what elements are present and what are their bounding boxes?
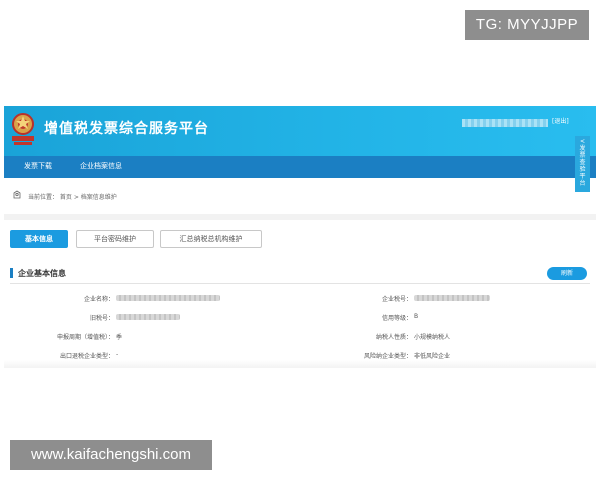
site-title: 增值税发票综合服务平台 bbox=[44, 121, 209, 137]
header-banner: 增值税发票综合服务平台 [退出] bbox=[4, 106, 596, 156]
section-accent-bar bbox=[10, 268, 13, 278]
field-label-declare-cycle: 申报周期（增值税）： bbox=[56, 334, 114, 341]
side-tab-label: < 发票查验平台 bbox=[579, 138, 586, 187]
tab-summary-tax-org[interactable]: 汇总纳税总机构维护 bbox=[160, 230, 262, 248]
field-label-taxpayer-nature: 纳税人性质： bbox=[375, 334, 412, 341]
watermark-top: TG: MYYJJPP bbox=[465, 10, 589, 40]
field-label-credit-level: 信用等级： bbox=[381, 315, 412, 322]
redacted-old-tax-id bbox=[116, 314, 180, 320]
location-icon bbox=[13, 190, 21, 199]
bottom-fade bbox=[4, 360, 596, 368]
field-value-credit-level: B bbox=[414, 313, 419, 320]
field-label-company-name: 企业名称： bbox=[83, 296, 114, 303]
section-divider bbox=[4, 214, 596, 220]
section-underline bbox=[10, 283, 590, 284]
main-nav: 发票下载 企业档案信息 bbox=[4, 156, 596, 178]
side-tab-invoice-check[interactable]: < 发票查验平台 bbox=[575, 136, 590, 192]
logout-link[interactable]: [退出] bbox=[552, 116, 569, 125]
field-value-declare-cycle: 季 bbox=[116, 334, 123, 341]
section-title: 企业基本信息 bbox=[18, 269, 66, 278]
user-info-redacted bbox=[462, 119, 548, 127]
refresh-button[interactable]: 刷新 bbox=[547, 267, 587, 280]
breadcrumb-text: 当前位置： 首页 > 档案信息维护 bbox=[28, 194, 117, 201]
nav-item-invoice-download[interactable]: 发票下载 bbox=[24, 161, 52, 171]
watermark-bottom: www.kaifachengshi.com bbox=[10, 440, 212, 470]
field-label-tax-id: 企业税号： bbox=[381, 296, 412, 303]
tax-emblem-icon bbox=[12, 113, 34, 145]
nav-item-enterprise-archive[interactable]: 企业档案信息 bbox=[80, 161, 122, 171]
field-label-risk-type: 风险纳企业类型： bbox=[363, 353, 412, 360]
field-value-risk-type: 非低风险企业 bbox=[414, 353, 451, 360]
redacted-tax-id bbox=[414, 295, 490, 301]
tab-platform-password[interactable]: 平台密码维护 bbox=[76, 230, 154, 248]
field-value-export-refund-type: - bbox=[116, 351, 119, 358]
field-value-taxpayer-nature: 小规模纳税人 bbox=[414, 334, 451, 341]
redacted-company-name bbox=[116, 295, 220, 301]
tab-basic-info[interactable]: 基本信息 bbox=[10, 230, 68, 248]
field-label-old-tax-id: 旧税号： bbox=[89, 315, 114, 322]
field-label-export-refund-type: 出口退税企业类型： bbox=[59, 353, 114, 360]
tax-service-page: 增值税发票综合服务平台 [退出] 发票下载 企业档案信息 < 发票查验平台 当前… bbox=[4, 106, 596, 368]
